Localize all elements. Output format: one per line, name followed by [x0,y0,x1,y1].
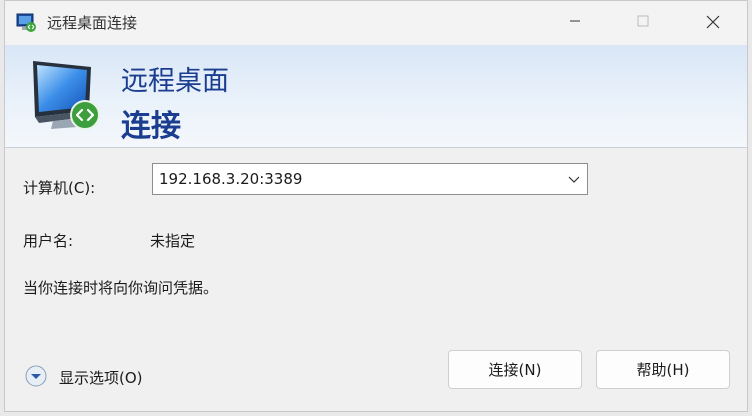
expand-options-icon[interactable] [25,365,47,387]
close-button[interactable] [693,9,733,35]
computer-label: 计算机(C): [23,179,96,197]
credentials-info-text: 当你连接时将向你询问凭据。 [23,279,219,297]
username-value: 未指定 [150,232,196,250]
banner-title-line1: 远程桌面 [121,66,229,97]
connect-button[interactable]: 连接(N) [448,350,582,389]
computer-input[interactable]: 192.168.3.20:3389 [159,170,302,188]
maximize-icon [637,15,649,27]
banner-title-line2: 连接 [121,109,181,144]
minimize-button[interactable] [555,9,595,35]
remote-desktop-monitor-icon [33,61,100,130]
username-label: 用户名: [23,232,74,250]
close-icon [706,15,720,29]
window-title: 远程桌面连接 [47,14,138,32]
chevron-down-icon[interactable] [567,172,581,186]
remote-desktop-window: 远程桌面连接 远程桌面 连接 计算机(C): 192.168.3.20:3389… [4,0,748,412]
remote-desktop-icon [16,13,36,32]
title-bar[interactable]: 远程桌面连接 [5,1,747,45]
show-options-label[interactable]: 显示选项(O) [59,367,143,388]
header-banner: 远程桌面 连接 [5,45,747,148]
help-button[interactable]: 帮助(H) [596,350,730,389]
minimize-icon [570,20,580,22]
maximize-button[interactable] [623,9,663,35]
computer-combobox[interactable]: 192.168.3.20:3389 [152,163,588,195]
